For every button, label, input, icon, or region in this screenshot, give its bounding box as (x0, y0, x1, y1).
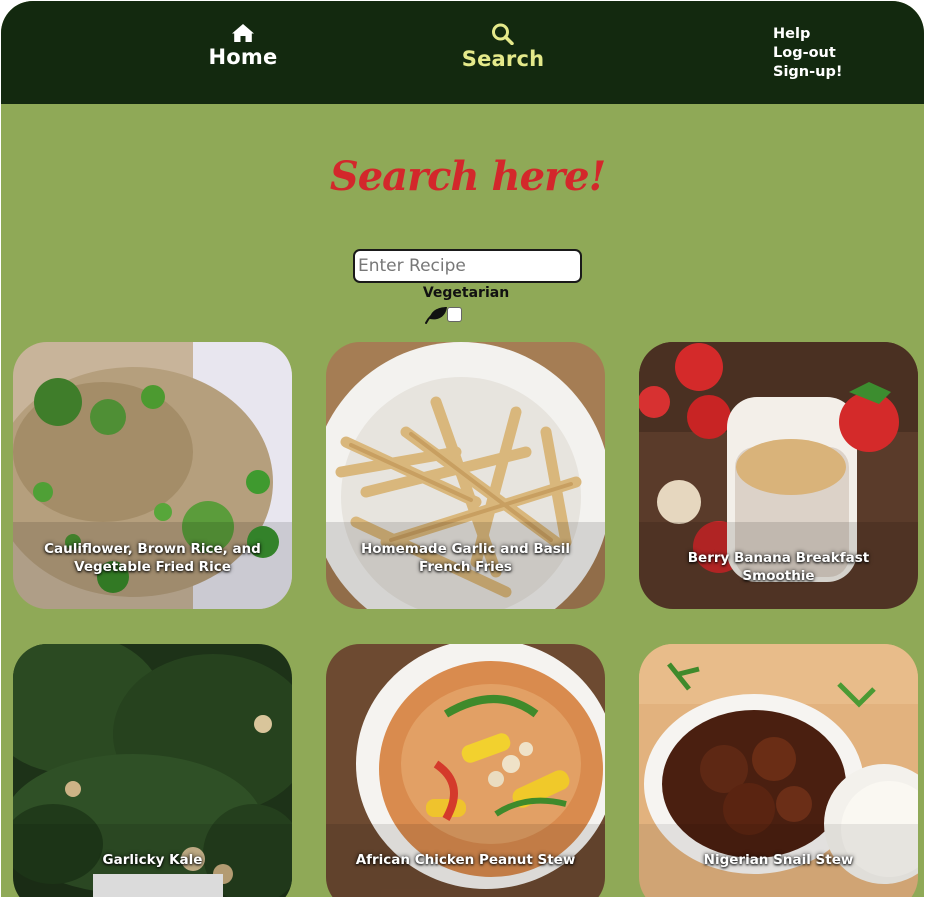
page-frame: Home Search Help Log-out Sign-up! Search… (1, 1, 924, 897)
nav-search-link[interactable]: Search (453, 23, 553, 71)
logout-link[interactable]: Log-out (773, 44, 842, 63)
nav-home-label: Home (208, 45, 278, 69)
recipe-search-input[interactable] (353, 249, 582, 283)
top-nav-bar: Home Search Help Log-out Sign-up! (1, 1, 924, 104)
recipe-card[interactable]: Homemade Garlic and Basil French Fries (326, 342, 605, 609)
signup-link[interactable]: Sign-up! (773, 63, 842, 82)
account-menu: Help Log-out Sign-up! (773, 25, 842, 82)
recipe-title: African Chicken Peanut Stew (355, 852, 576, 868)
recipe-title: Cauliflower, Brown Rice, and Vegetable F… (44, 541, 261, 575)
vegetarian-checkbox[interactable] (447, 307, 462, 322)
recipe-title: Berry Banana Breakfast Smoothie (687, 550, 870, 584)
recipe-card[interactable]: Nigerian Snail Stew (639, 644, 918, 897)
help-link[interactable]: Help (773, 25, 842, 44)
nav-search-label: Search (461, 47, 545, 71)
leaf-icon (425, 307, 447, 324)
home-icon (232, 24, 254, 42)
recipe-card[interactable]: Berry Banana Breakfast Smoothie (639, 342, 918, 609)
recipe-title: Garlicky Kale (102, 852, 203, 868)
recipe-card[interactable]: Garlicky Kale (13, 644, 292, 897)
recipe-card[interactable]: Cauliflower, Brown Rice, and Vegetable F… (13, 342, 292, 609)
recipe-card[interactable]: African Chicken Peanut Stew (326, 644, 605, 897)
recipe-title: Homemade Garlic and Basil French Fries (360, 541, 571, 575)
vegetarian-label: Vegetarian (422, 285, 510, 301)
nav-home-link[interactable]: Home (193, 23, 293, 69)
search-icon (492, 23, 514, 45)
recipe-title: Nigerian Snail Stew (703, 852, 854, 868)
page-title: Search here! (329, 153, 606, 200)
